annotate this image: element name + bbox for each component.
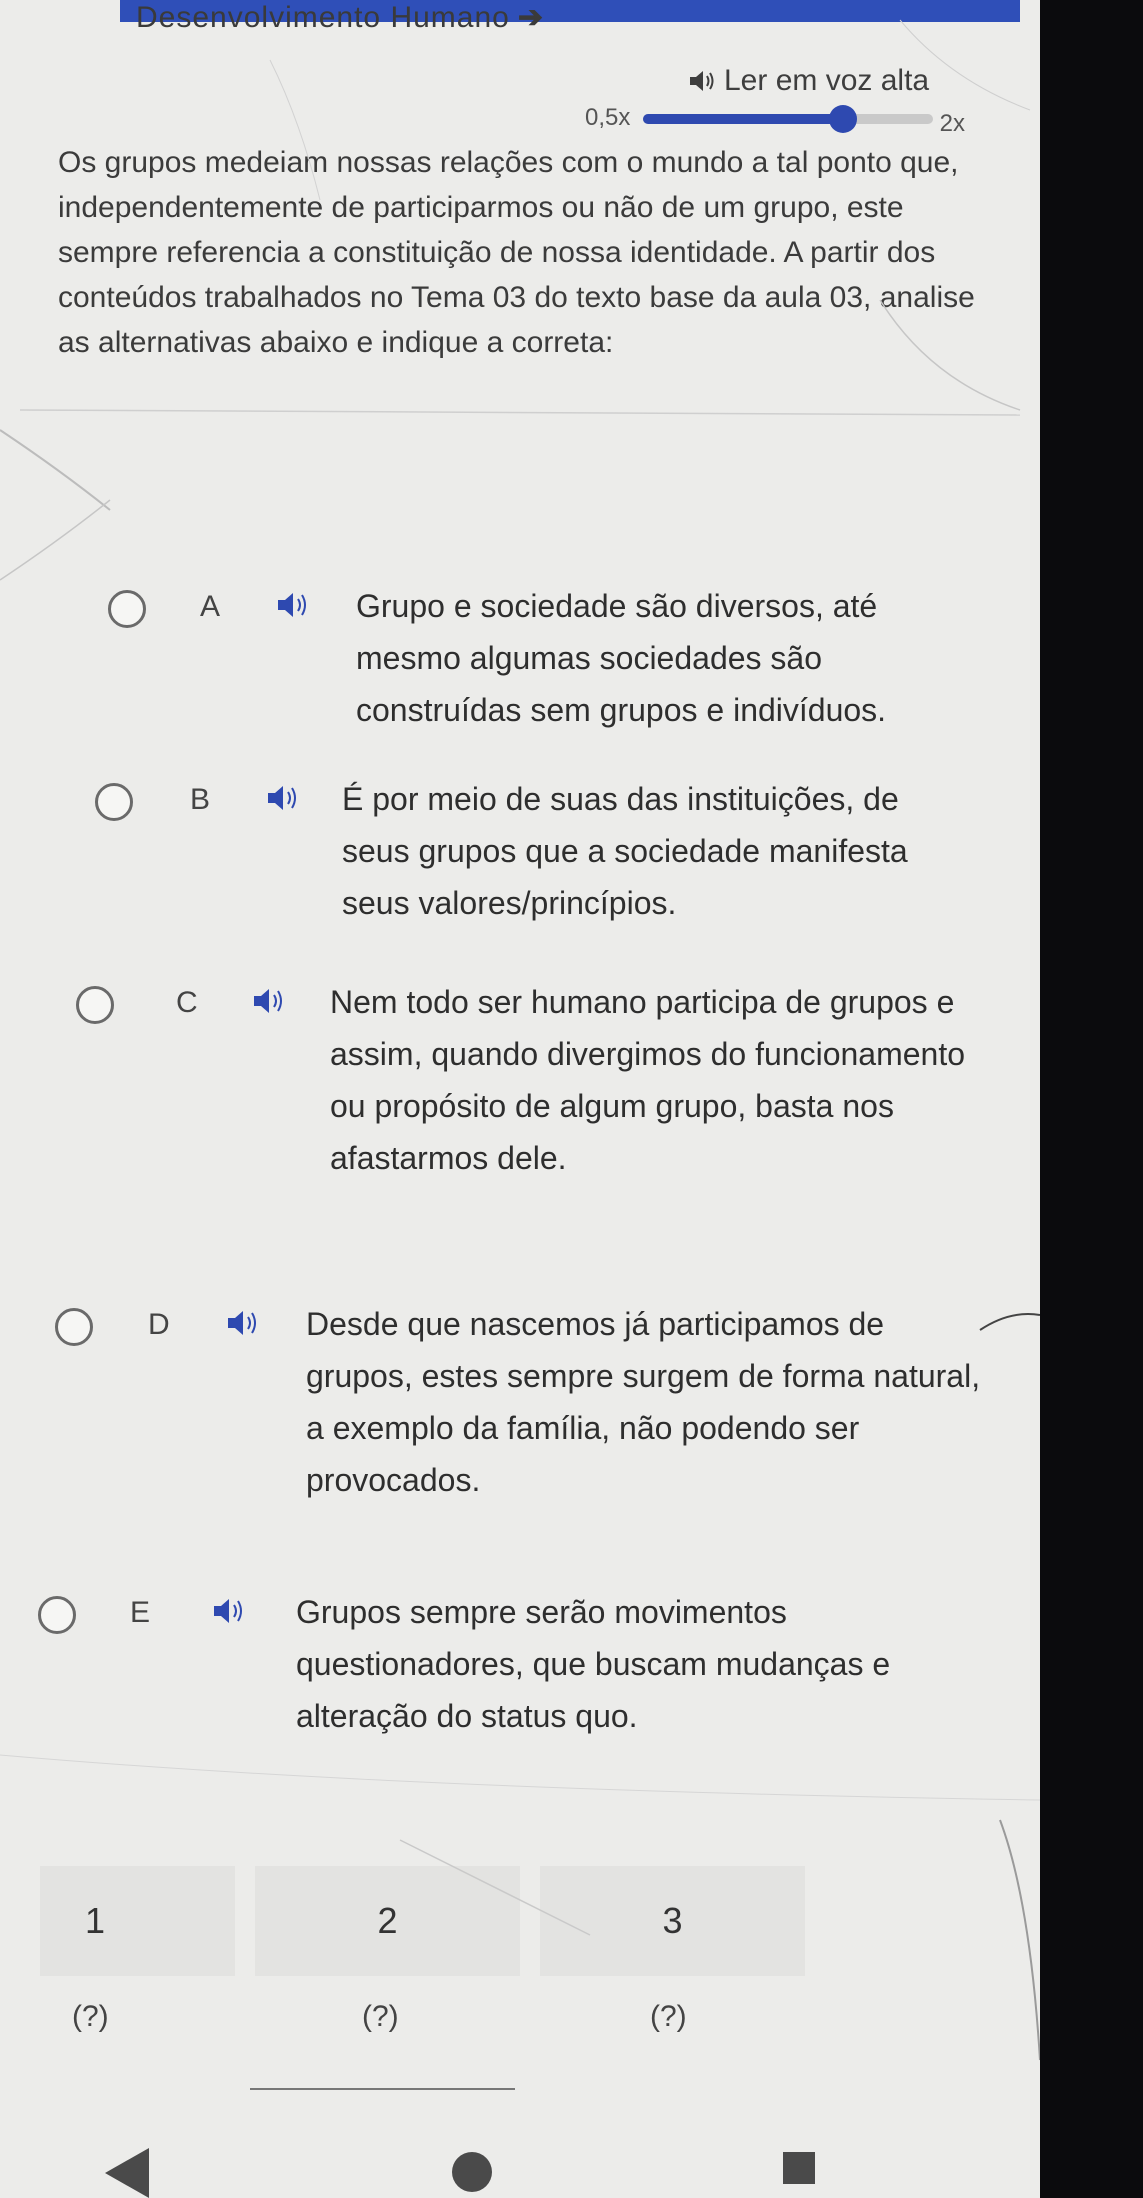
option-text-e: Grupos sempre serão movimentos questiona…	[296, 1594, 891, 1734]
page-title-text: Desenvolvimento Humano	[136, 1, 510, 34]
speaker-icon[interactable]	[252, 986, 288, 1016]
arrow-right-icon[interactable]: ➔	[518, 1, 544, 34]
question-text: Os grupos medeiam nossas relações com o …	[58, 146, 975, 359]
speed-thumb[interactable]	[829, 105, 858, 133]
page-title: Desenvolvimento Humano ➔	[136, 0, 544, 35]
radio-button-b[interactable]	[95, 783, 133, 821]
option-letter-b: B	[190, 783, 211, 816]
speaker-icon[interactable]	[266, 783, 302, 813]
page-status-2: (?)	[362, 2000, 399, 2033]
question-pagination: 1 2 3	[40, 1866, 810, 1976]
option-text-c: Nem todo ser humano participa de grupos …	[330, 984, 966, 1176]
option-letter-d: D	[148, 1308, 170, 1341]
page-tab-2[interactable]: 2	[255, 1866, 520, 1976]
read-aloud-button[interactable]: Ler em voz alta	[690, 64, 929, 98]
active-page-indicator	[250, 2088, 515, 2090]
page-status-1: (?)	[72, 2000, 109, 2033]
speaker-icon	[690, 71, 714, 91]
speaker-icon[interactable]	[212, 1596, 248, 1626]
radio-button-c[interactable]	[76, 986, 114, 1024]
option-text-a: Grupo e sociedade são diversos, até mesm…	[356, 588, 887, 728]
back-icon[interactable]	[105, 2148, 149, 2198]
page-status-3: (?)	[650, 2000, 687, 2033]
option-letter-c: C	[176, 986, 198, 1019]
recent-apps-icon[interactable]	[783, 2152, 815, 2184]
radio-button-d[interactable]	[55, 1308, 93, 1346]
page-tab-3[interactable]: 3	[540, 1866, 805, 1976]
option-text-d: Desde que nascemos já participamos de gr…	[306, 1306, 981, 1498]
option-letter-a: A	[200, 590, 221, 623]
home-icon[interactable]	[452, 2152, 492, 2192]
radio-button-e[interactable]	[38, 1596, 76, 1634]
system-navigation-bar	[0, 2140, 1040, 2198]
speed-fill	[643, 114, 844, 124]
speed-max-label: 2x	[939, 110, 965, 137]
app-screen: Desenvolvimento Humano ➔ Ler em voz alta …	[0, 0, 1040, 2198]
read-aloud-label: Ler em voz alta	[724, 64, 930, 97]
speed-min-label: 0,5x	[585, 104, 631, 131]
page-tab-1[interactable]: 1	[40, 1866, 235, 1976]
speaker-icon[interactable]	[276, 590, 312, 620]
radio-button-a[interactable]	[108, 590, 146, 628]
option-text-b: É por meio de suas das instituições, de …	[342, 781, 908, 921]
speed-track[interactable]	[643, 105, 933, 133]
speed-slider[interactable]: 0,5x 2x	[585, 102, 965, 142]
option-letter-e: E	[130, 1596, 151, 1629]
speaker-icon[interactable]	[226, 1308, 262, 1338]
